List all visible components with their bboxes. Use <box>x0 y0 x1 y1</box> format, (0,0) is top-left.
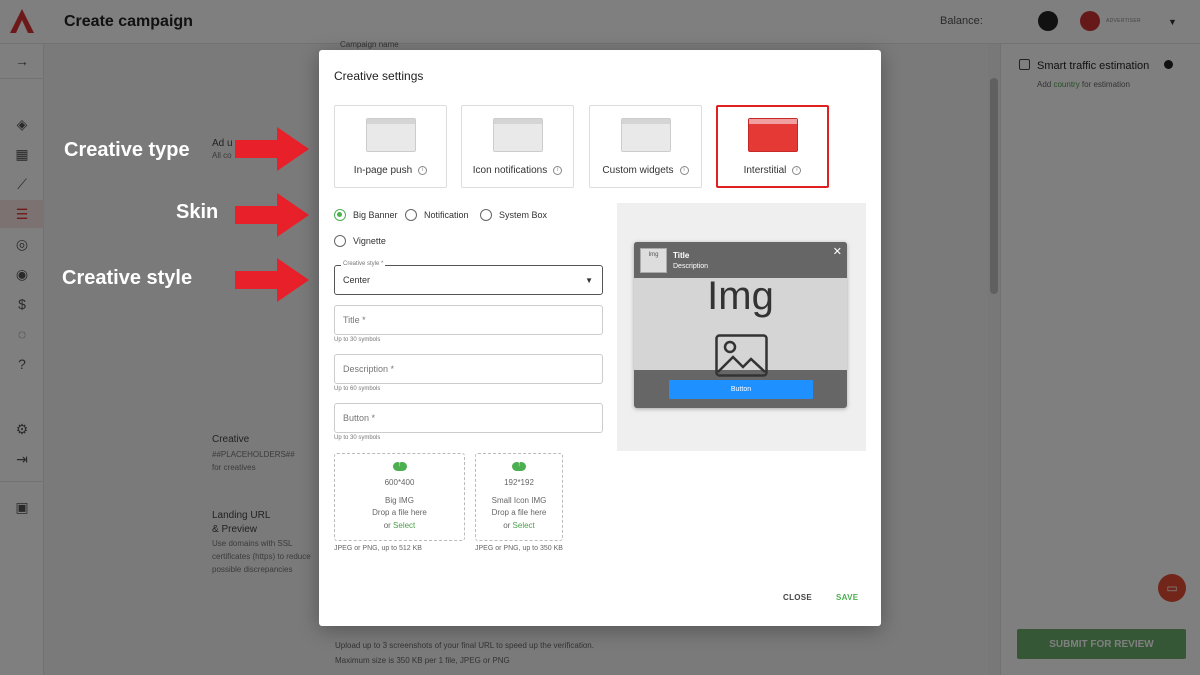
type-card-icon-notifications[interactable]: Icon notifications i <box>461 105 574 188</box>
annotation-creative-style: Creative style <box>62 267 193 289</box>
preview-card: Img Title Description ✕ Img Button <box>634 242 847 408</box>
type-card-custom-widgets[interactable]: Custom widgets i <box>589 105 702 188</box>
big-img-dropzone[interactable]: 600*400 Big IMG Drop a file here or Sele… <box>334 453 465 541</box>
custom-widgets-thumbnail-icon <box>621 118 671 152</box>
chevron-down-icon[interactable]: ▼ <box>585 276 593 285</box>
creative-settings-modal: Creative settings In-page push i Icon not… <box>319 50 881 626</box>
creative-style-value: Center <box>343 275 371 285</box>
info-icon[interactable]: i <box>553 165 563 175</box>
info-icon[interactable]: i <box>792 165 802 175</box>
image-placeholder-icon <box>715 334 768 377</box>
in-page-push-thumbnail-icon <box>366 118 416 152</box>
creative-style-select[interactable]: Creative style * Center ▼ <box>334 261 603 295</box>
big-img-drop-text: Drop a file here <box>372 508 427 517</box>
creative-preview: Img Title Description ✕ Img Button <box>617 203 866 451</box>
red-arrow-icon <box>235 258 309 302</box>
preview-header: Img Title Description ✕ <box>634 242 847 278</box>
creative-style-label: Creative style * <box>341 261 386 267</box>
preview-button: Button <box>669 380 813 399</box>
description-input[interactable]: Description * <box>334 354 603 384</box>
big-img-select-link[interactable]: Select <box>393 521 415 530</box>
upload-cloud-icon <box>392 459 407 471</box>
radio-dot <box>334 235 346 247</box>
save-button[interactable]: SAVE <box>836 593 858 602</box>
radio-dot <box>334 209 346 221</box>
button-hint: Up to 30 symbols <box>334 435 381 441</box>
title-hint: Up to 30 symbols <box>334 337 381 343</box>
big-img-name: Big IMG <box>385 495 414 505</box>
small-img-select-line: or Select <box>503 520 535 530</box>
small-img-name: Small Icon IMG <box>491 495 547 505</box>
type-card-label: In-page push i <box>335 165 446 176</box>
annotation-skin: Skin <box>176 201 219 223</box>
title-input[interactable]: Title * <box>334 305 603 335</box>
preview-image: Img <box>634 274 847 377</box>
title-placeholder: Title * <box>343 315 366 325</box>
skin-radio-notification[interactable]: Notification <box>405 209 469 221</box>
button-text-input[interactable]: Button * <box>334 403 603 433</box>
small-img-size: 192*192 <box>504 478 534 487</box>
interstitial-thumbnail-icon <box>748 118 798 152</box>
preview-icon-image: Img <box>640 248 667 273</box>
small-img-select-link[interactable]: Select <box>513 521 535 530</box>
type-card-label: Icon notifications i <box>462 165 573 176</box>
radio-dot <box>405 209 417 221</box>
type-card-label: Interstitial i <box>718 165 827 176</box>
red-arrow-icon <box>235 193 309 237</box>
upload-cloud-icon <box>512 459 526 471</box>
skin-radio-big-banner[interactable]: Big Banner <box>334 209 398 221</box>
close-icon: ✕ <box>832 246 842 258</box>
preview-image-text: Img <box>707 274 774 318</box>
skin-radio-vignette[interactable]: Vignette <box>334 235 386 247</box>
close-button[interactable]: CLOSE <box>783 593 812 602</box>
big-img-size: 600*400 <box>384 478 415 487</box>
type-card-interstitial[interactable]: Interstitial i <box>716 105 829 188</box>
preview-description: Description <box>673 263 709 270</box>
annotation-creative-type: Creative type <box>64 139 190 161</box>
small-img-drop-text: Drop a file here <box>491 508 547 517</box>
skin-radio-system-box[interactable]: System Box <box>480 209 547 221</box>
type-card-label: Custom widgets i <box>590 165 701 176</box>
button-placeholder: Button * <box>343 413 376 423</box>
type-card-in-page-push[interactable]: In-page push i <box>334 105 447 188</box>
small-img-dropzone[interactable]: 192*192 Small Icon IMG Drop a file here … <box>475 453 563 541</box>
big-img-note: JPEG or PNG, up to 512 KB <box>334 545 422 552</box>
radio-dot <box>480 209 492 221</box>
red-arrow-icon <box>235 127 309 171</box>
icon-notifications-thumbnail-icon <box>493 118 543 152</box>
description-placeholder: Description * <box>343 364 395 374</box>
big-img-select-line: or Select <box>383 520 416 530</box>
info-icon[interactable]: i <box>679 165 689 175</box>
info-icon[interactable]: i <box>418 165 428 175</box>
modal-title: Creative settings <box>334 69 424 83</box>
description-hint: Up to 60 symbols <box>334 386 381 392</box>
preview-title: Title <box>673 251 690 260</box>
small-img-note: JPEG or PNG, up to 350 KB <box>475 545 563 552</box>
